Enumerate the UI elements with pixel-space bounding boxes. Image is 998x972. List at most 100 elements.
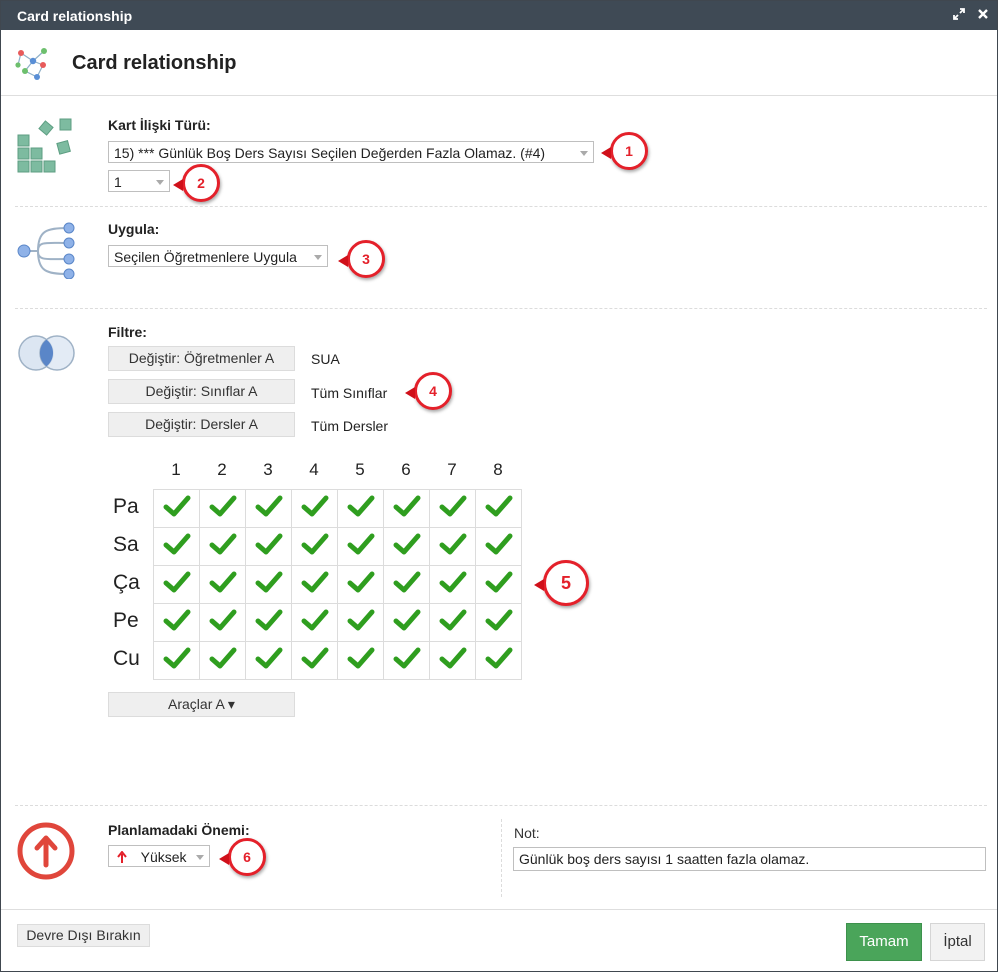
checkmark-icon xyxy=(255,571,282,593)
grid-cell[interactable] xyxy=(475,603,522,642)
note-label: Not: xyxy=(514,825,540,841)
checkmark-icon xyxy=(163,609,190,631)
row-header[interactable]: Pe xyxy=(113,609,139,633)
grid-cell[interactable] xyxy=(337,489,384,528)
checkmark-icon xyxy=(485,647,512,669)
maximize-icon[interactable] xyxy=(953,7,965,25)
checkmark-icon xyxy=(301,647,328,669)
row-header[interactable]: Cu xyxy=(113,647,140,671)
filter-label: Filtre: xyxy=(108,324,147,340)
grid-cell[interactable] xyxy=(475,527,522,566)
grid-cell[interactable] xyxy=(383,489,430,528)
grid-cell[interactable] xyxy=(245,603,292,642)
grid-row xyxy=(153,603,522,642)
grid-cell[interactable] xyxy=(337,603,384,642)
checkmark-icon xyxy=(393,533,420,555)
checkmark-icon xyxy=(255,533,282,555)
checkmark-icon xyxy=(347,495,374,517)
grid-cell[interactable] xyxy=(199,641,246,680)
column-header[interactable]: 1 xyxy=(153,460,199,480)
callout-5: 5 xyxy=(534,560,589,606)
checkmark-icon xyxy=(255,609,282,631)
apply-select[interactable]: Seçilen Öğretmenlere Uygula xyxy=(108,245,328,267)
change-teachers-button[interactable]: Değiştir: Öğretmenler A xyxy=(108,346,295,371)
close-icon[interactable] xyxy=(977,7,989,25)
column-header[interactable]: 6 xyxy=(383,460,429,480)
grid-cell[interactable] xyxy=(383,527,430,566)
grid-cell[interactable] xyxy=(245,565,292,604)
checkmark-icon xyxy=(393,571,420,593)
grid-cell[interactable] xyxy=(153,527,200,566)
checkmark-icon xyxy=(393,609,420,631)
relation-type-select[interactable]: 15) *** Günlük Boş Ders Sayısı Seçilen D… xyxy=(108,141,594,163)
grid-cell[interactable] xyxy=(291,489,338,528)
checkmark-icon xyxy=(393,647,420,669)
column-header[interactable]: 2 xyxy=(199,460,245,480)
column-header[interactable]: 4 xyxy=(291,460,337,480)
relation-count-select[interactable]: 1 xyxy=(108,170,170,192)
grid-cell[interactable] xyxy=(429,603,476,642)
grid-cell[interactable] xyxy=(383,565,430,604)
grid-cell[interactable] xyxy=(153,641,200,680)
change-classes-button[interactable]: Değiştir: Sınıflar A xyxy=(108,379,295,404)
change-subjects-button[interactable]: Değiştir: Dersler A xyxy=(108,412,295,437)
grid-cell[interactable] xyxy=(291,527,338,566)
apply-label: Uygula: xyxy=(108,221,160,237)
grid-cell[interactable] xyxy=(475,641,522,680)
grid-cell[interactable] xyxy=(153,565,200,604)
grid-cell[interactable] xyxy=(337,565,384,604)
teachers-filter-value: SUA xyxy=(311,351,340,367)
column-header[interactable]: 3 xyxy=(245,460,291,480)
subjects-filter-value: Tüm Dersler xyxy=(311,418,389,434)
row-header[interactable]: Ça xyxy=(113,571,140,595)
column-header[interactable]: 7 xyxy=(429,460,475,480)
grid-cell[interactable] xyxy=(383,603,430,642)
grid-cell[interactable] xyxy=(429,565,476,604)
section-divider xyxy=(15,206,987,207)
grid-cell[interactable] xyxy=(337,527,384,566)
grid-cell[interactable] xyxy=(429,527,476,566)
grid-cell[interactable] xyxy=(291,565,338,604)
grid-cell[interactable] xyxy=(199,527,246,566)
column-header[interactable]: 8 xyxy=(475,460,521,480)
grid-cell[interactable] xyxy=(475,565,522,604)
grid-cell[interactable] xyxy=(199,565,246,604)
window-titlebar[interactable]: Card relationship xyxy=(1,1,997,30)
tools-menu-button[interactable]: Araçlar A ▾ xyxy=(108,692,295,717)
cancel-button[interactable]: İptal xyxy=(930,923,985,961)
checkmark-icon xyxy=(393,495,420,517)
chevron-down-icon xyxy=(196,855,204,860)
grid-cell[interactable] xyxy=(291,603,338,642)
grid-cell[interactable] xyxy=(475,489,522,528)
grid-cell[interactable] xyxy=(153,489,200,528)
grid-cell[interactable] xyxy=(245,641,292,680)
checkmark-icon xyxy=(439,571,466,593)
checkmark-icon xyxy=(255,495,282,517)
grid-row xyxy=(153,527,522,566)
checkmark-icon xyxy=(439,495,466,517)
row-header[interactable]: Sa xyxy=(113,533,139,557)
importance-select[interactable]: Yüksek xyxy=(108,845,210,867)
note-input[interactable] xyxy=(513,847,986,871)
grid-cell[interactable] xyxy=(337,641,384,680)
checkmark-icon xyxy=(301,533,328,555)
grid-cell[interactable] xyxy=(429,489,476,528)
grid-cell[interactable] xyxy=(199,603,246,642)
column-header[interactable]: 5 xyxy=(337,460,383,480)
grid-row xyxy=(153,565,522,604)
disable-button[interactable]: Devre Dışı Bırakın xyxy=(17,924,150,947)
ok-button[interactable]: Tamam xyxy=(846,923,922,961)
grid-cell[interactable] xyxy=(245,489,292,528)
grid-cell[interactable] xyxy=(199,489,246,528)
checkmark-icon xyxy=(347,609,374,631)
section-divider xyxy=(15,308,987,309)
grid-cell[interactable] xyxy=(429,641,476,680)
callout-6: 6 xyxy=(219,838,266,876)
grid-cell[interactable] xyxy=(383,641,430,680)
grid-cell[interactable] xyxy=(291,641,338,680)
callout-2: 2 xyxy=(173,164,220,202)
checkmark-icon xyxy=(347,647,374,669)
grid-cell[interactable] xyxy=(153,603,200,642)
row-header[interactable]: Pa xyxy=(113,495,139,519)
grid-cell[interactable] xyxy=(245,527,292,566)
